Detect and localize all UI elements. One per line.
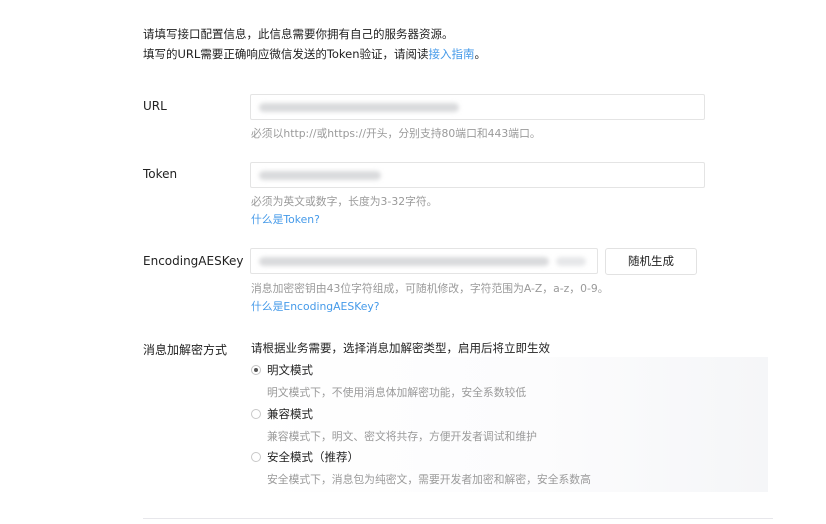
aeskey-label: EncodingAESKey: [143, 254, 244, 268]
access-guide-link[interactable]: 接入指南: [429, 47, 475, 61]
aeskey-value-blurred-tail: [556, 257, 586, 266]
url-label: URL: [143, 99, 167, 113]
secure-mode-radio[interactable]: [251, 452, 261, 462]
compatible-mode-desc: 兼容模式下，明文、密文将共存，方便开发者调试和维护: [267, 430, 537, 443]
token-label: Token: [143, 167, 178, 181]
aeskey-value-blurred: [259, 257, 549, 266]
token-input[interactable]: [250, 162, 705, 188]
what-is-aeskey-link[interactable]: 什么是EncodingAESKey?: [251, 298, 380, 314]
url-hint: 必须以http://或https://开头，分别支持80端口和443端口。: [251, 127, 541, 140]
interface-config-page: 请填写接口配置信息，此信息需要你拥有自己的服务器资源。 填写的URL需要正确响应…: [0, 0, 826, 524]
encryption-mode-description: 请根据业务需要，选择消息加解密类型，启用后将立即生效: [251, 341, 550, 355]
intro-line-2-text: 填写的URL需要正确响应微信发送的Token验证，请阅读: [143, 47, 429, 61]
compatible-mode-label[interactable]: 兼容模式: [267, 406, 313, 422]
aeskey-input[interactable]: [250, 248, 598, 274]
intro-line-2-suffix: 。: [474, 47, 487, 61]
intro-line-2: 填写的URL需要正确响应微信发送的Token验证，请阅读接入指南。: [143, 44, 486, 64]
secure-mode-label[interactable]: 安全模式（推荐）: [267, 449, 359, 465]
plaintext-mode-desc: 明文模式下，不使用消息体加解密功能，安全系数较低: [267, 386, 527, 399]
intro-line-1: 请填写接口配置信息，此信息需要你拥有自己的服务器资源。: [143, 27, 454, 41]
token-hint: 必须为英文或数字，长度为3-32字符。: [251, 195, 438, 208]
plaintext-mode-label[interactable]: 明文模式: [267, 362, 313, 378]
compatible-mode-radio[interactable]: [251, 409, 261, 419]
encryption-mode-label: 消息加解密方式: [143, 343, 228, 357]
url-input[interactable]: [250, 94, 705, 120]
what-is-token-link[interactable]: 什么是Token?: [251, 211, 320, 227]
generate-random-button[interactable]: 随机生成: [605, 248, 697, 275]
intro-text: 请填写接口配置信息，此信息需要你拥有自己的服务器资源。 填写的URL需要正确响应…: [143, 24, 486, 64]
token-value-blurred: [259, 171, 381, 180]
plaintext-mode-radio[interactable]: [251, 365, 261, 375]
secure-mode-desc: 安全模式下，消息包为纯密文，需要开发者加密和解密，安全系数高: [267, 473, 591, 486]
aeskey-hint: 消息加密密钥由43位字符组成，可随机修改，字符范围为A-Z，a-z，0-9。: [251, 282, 609, 295]
divider: [143, 518, 773, 519]
url-value-blurred: [259, 103, 459, 112]
